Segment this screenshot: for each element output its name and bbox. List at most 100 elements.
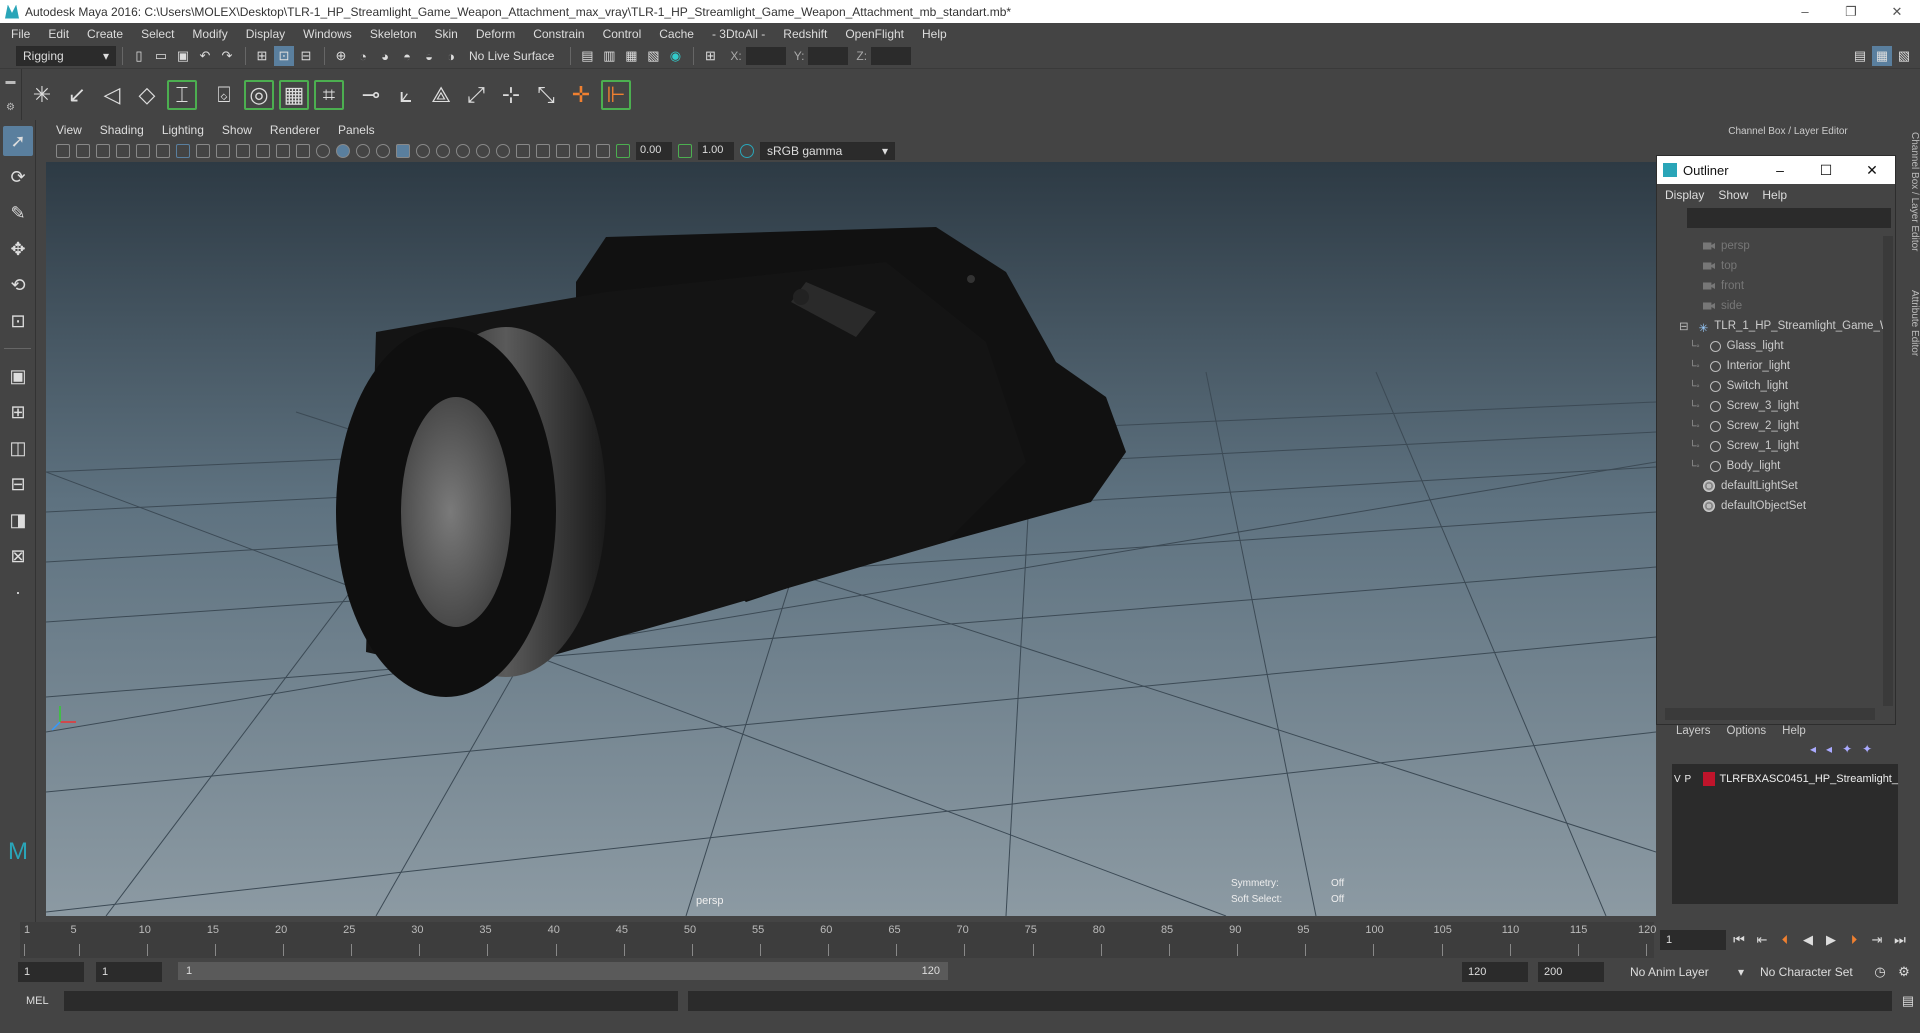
attribute-editor-toggle-icon[interactable]: ▤: [1850, 46, 1870, 66]
menu-help[interactable]: Help: [922, 27, 947, 41]
outliner-maximize-button[interactable]: ☐: [1803, 162, 1849, 179]
save-scene-icon[interactable]: ▣: [173, 46, 193, 66]
outliner-item[interactable]: defaultObjectSet: [1657, 496, 1885, 516]
grease-pencil-icon[interactable]: [156, 144, 170, 158]
outliner-item[interactable]: top: [1657, 256, 1885, 276]
color-space-dropdown[interactable]: sRGB gamma ▾: [760, 142, 895, 160]
undo-icon[interactable]: ↶: [195, 46, 215, 66]
step-forward-key-icon[interactable]: ⇥: [1867, 930, 1887, 950]
shelf-settings-icon[interactable]: ⚙: [6, 102, 15, 113]
make-live-icon[interactable]: ◑: [441, 46, 461, 66]
outliner-item[interactable]: └◦ Switch_light: [1657, 376, 1885, 396]
go-to-start-icon[interactable]: ⏮: [1729, 930, 1749, 950]
menu-cache[interactable]: Cache: [659, 27, 694, 41]
menu-display[interactable]: Display: [246, 27, 285, 41]
screen-space-ao-icon[interactable]: [456, 144, 470, 158]
persp-graph-layout-icon[interactable]: ⊟: [3, 469, 33, 499]
tool-settings-toggle-icon[interactable]: ▧: [1894, 46, 1914, 66]
new-scene-icon[interactable]: ▯: [129, 46, 149, 66]
more-layouts-icon[interactable]: ·: [3, 577, 33, 607]
viewport-menu-lighting[interactable]: Lighting: [162, 123, 204, 137]
snap-surface-icon[interactable]: ◒: [419, 46, 439, 66]
menu-select[interactable]: Select: [141, 27, 174, 41]
perspective-viewport[interactable]: persp Symmetry: Off Soft Select: Off: [46, 162, 1656, 916]
image-plane-icon[interactable]: [116, 144, 130, 158]
layer-menu-options[interactable]: Options: [1727, 725, 1767, 737]
custom-layout-icon[interactable]: ⊠: [3, 541, 33, 571]
aim-constraint-icon[interactable]: ⊹: [496, 80, 526, 110]
command-input[interactable]: [63, 991, 679, 1011]
x-input[interactable]: [745, 47, 786, 65]
hypershade-icon[interactable]: ◉: [665, 46, 685, 66]
step-back-key-icon[interactable]: ⇤: [1752, 930, 1772, 950]
menu-3dtoall[interactable]: - 3DtoAll -: [712, 27, 765, 41]
bookmark-icon[interactable]: [96, 144, 110, 158]
outliner-vertical-scrollbar[interactable]: [1883, 236, 1893, 706]
lattice-icon[interactable]: ▦: [279, 79, 309, 110]
playback-end-field[interactable]: 120: [1462, 962, 1528, 982]
cluster-icon[interactable]: ⌗: [314, 79, 344, 110]
select-camera-icon[interactable]: [56, 144, 70, 158]
rotate-tool-icon[interactable]: ⟲: [3, 270, 33, 300]
xray-joints-icon[interactable]: [576, 144, 590, 158]
select-tool-icon[interactable]: ➚: [3, 126, 33, 156]
outliner-menu-help[interactable]: Help: [1762, 188, 1787, 202]
x-field[interactable]: X:: [730, 47, 786, 65]
open-scene-icon[interactable]: ▭: [151, 46, 171, 66]
outliner-item[interactable]: └◦ Screw_3_light: [1657, 396, 1885, 416]
move-layer-up-icon[interactable]: ◂: [1810, 742, 1816, 756]
wireframe-icon[interactable]: [316, 144, 330, 158]
menu-skeleton[interactable]: Skeleton: [370, 27, 417, 41]
menu-openflight[interactable]: OpenFlight: [845, 27, 904, 41]
viewport-menu-show[interactable]: Show: [222, 123, 252, 137]
menuset-dropdown[interactable]: Rigging ▾: [16, 46, 116, 66]
default-lighting-icon[interactable]: [356, 144, 370, 158]
use-all-lights-icon[interactable]: [416, 144, 430, 158]
move-layer-down-icon[interactable]: ◂: [1826, 742, 1832, 756]
resolution-gate-icon[interactable]: [216, 144, 230, 158]
command-language-toggle[interactable]: MEL: [0, 995, 60, 1007]
render-current-icon[interactable]: ▥: [599, 46, 619, 66]
menu-create[interactable]: Create: [87, 27, 123, 41]
gate-mask-icon[interactable]: [236, 144, 250, 158]
orient-constraint-icon[interactable]: ⟁: [426, 80, 456, 110]
single-perspective-layout-icon[interactable]: ▣: [3, 361, 33, 391]
outliner-close-button[interactable]: ✕: [1849, 162, 1895, 179]
snap-view-icon[interactable]: ◓: [397, 46, 417, 66]
ik-spline-icon[interactable]: ◁: [97, 80, 127, 110]
menu-skin[interactable]: Skin: [435, 27, 458, 41]
script-editor-icon[interactable]: ▤: [1898, 991, 1918, 1011]
anti-aliasing-icon[interactable]: [496, 144, 510, 158]
move-tool-icon[interactable]: ✥: [3, 234, 33, 264]
viewport-menu-view[interactable]: View: [56, 123, 82, 137]
layer-row[interactable]: V P TLRFBXASC0451_HP_Streamlight_: [1672, 770, 1898, 788]
outliner-item[interactable]: └◦ Screw_2_light: [1657, 416, 1885, 436]
layer-color-swatch[interactable]: [1703, 772, 1716, 786]
point-constraint-icon[interactable]: ⟀: [391, 80, 421, 110]
go-to-end-icon[interactable]: ⏭: [1890, 930, 1910, 950]
collapse-toggle-icon[interactable]: ⊟: [1679, 319, 1689, 333]
paint-weights-icon[interactable]: ◎: [244, 79, 274, 110]
xray-components-icon[interactable]: [596, 144, 610, 158]
start-frame-field[interactable]: 1: [18, 962, 84, 982]
outliner-menu-display[interactable]: Display: [1665, 188, 1704, 202]
transform-input-icon[interactable]: ⊞: [700, 46, 720, 66]
smooth-bind-icon[interactable]: ⌺: [209, 80, 239, 110]
snap-curve-icon[interactable]: ◔: [353, 46, 373, 66]
menu-windows[interactable]: Windows: [303, 27, 352, 41]
auto-key-icon[interactable]: ◷: [1870, 962, 1890, 982]
outliner-item[interactable]: front: [1657, 276, 1885, 296]
viewport-menu-panels[interactable]: Panels: [338, 123, 375, 137]
current-frame-field[interactable]: 1: [1660, 930, 1726, 950]
xray-icon[interactable]: [556, 144, 570, 158]
playback-start-field[interactable]: 1: [96, 962, 162, 982]
layer-playback-toggle[interactable]: P: [1683, 774, 1694, 785]
play-backwards-icon[interactable]: ◀: [1798, 930, 1818, 950]
locator-icon[interactable]: ✛: [566, 80, 596, 110]
pole-vector-icon[interactable]: ⤡: [531, 80, 561, 110]
menu-modify[interactable]: Modify: [192, 27, 227, 41]
anim-layer-dropdown[interactable]: No Anim Layer ▾: [1624, 962, 1750, 982]
scale-constraint-icon[interactable]: ⤢: [461, 80, 491, 110]
z-field[interactable]: Z:: [856, 47, 912, 65]
side-by-side-layout-icon[interactable]: ◫: [3, 433, 33, 463]
